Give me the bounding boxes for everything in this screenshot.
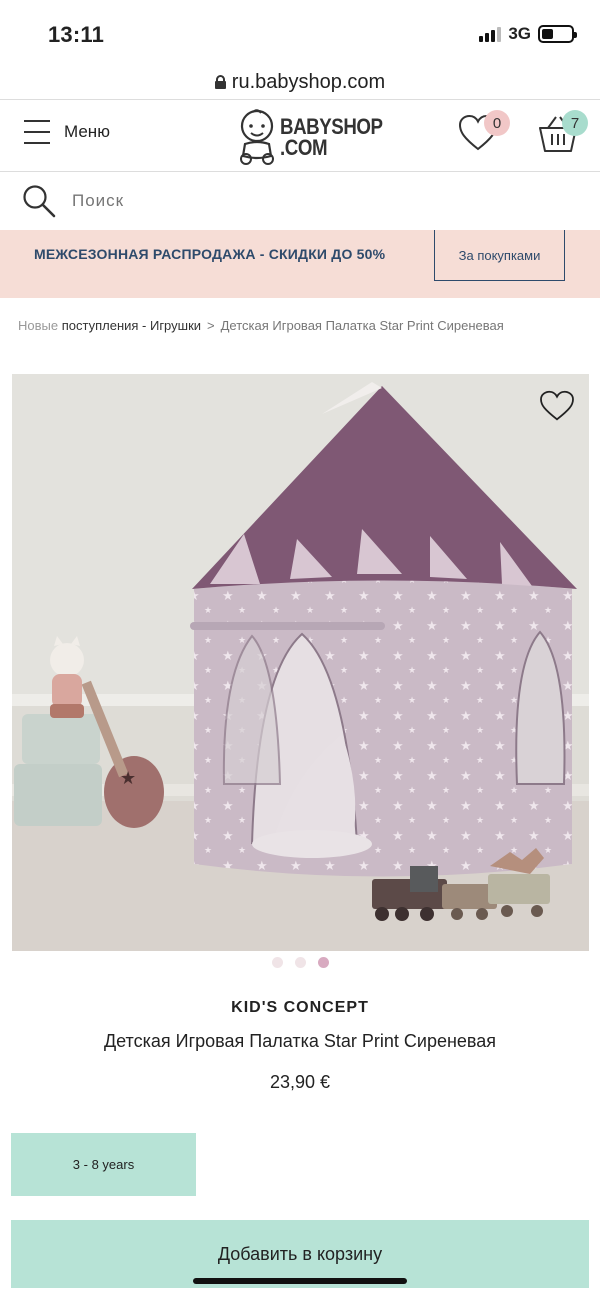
search-bar	[0, 172, 600, 230]
site-header: Меню BABYSHOP .COM 0 7	[0, 99, 600, 172]
shop-now-button[interactable]: За покупками	[434, 230, 565, 281]
battery-icon	[538, 25, 577, 43]
breadcrumb: Новые поступления - Игрушки > Детская Игро…	[18, 318, 588, 333]
cart-button[interactable]: 7	[538, 110, 588, 159]
gallery-dot-3[interactable]	[317, 957, 329, 968]
product-price: 23,90 €	[269, 1072, 331, 1092]
hamburger-icon	[24, 120, 50, 144]
home-indicator[interactable]	[193, 1278, 407, 1284]
breadcrumb-current: Детская Игровая Палатка Star Print Сирен…	[220, 318, 504, 333]
site-logo[interactable]: BABYSHOP .COM	[236, 108, 401, 166]
baby-logo-icon	[240, 109, 274, 165]
wishlist-button[interactable]: 0	[458, 110, 510, 157]
product-title: Детская Игровая Палатка Star Print Сирен…	[103, 1031, 497, 1051]
promo-text: МЕЖСЕЗОННАЯ РАСПРОДАЖА - СКИДКИ ДО 50%	[34, 246, 386, 262]
menu-label: Меню	[64, 122, 110, 141]
svg-text:★: ★	[120, 768, 136, 789]
url-bar[interactable]: ru.babyshop.com	[0, 64, 600, 100]
cart-count-badge: 7	[562, 110, 588, 136]
logo-text: BABYSHOP .COM	[280, 114, 383, 160]
signal-icon	[479, 26, 502, 42]
product-brand[interactable]: KID'S CONCEPT	[0, 999, 600, 1017]
gallery-pagination	[0, 957, 600, 968]
search-icon[interactable]	[22, 184, 56, 223]
gallery-dot-2[interactable]	[294, 957, 306, 968]
gallery-dot-1[interactable]	[271, 957, 283, 968]
status-time: 13:11	[48, 22, 105, 47]
network-type: 3G	[508, 24, 531, 43]
lock-icon	[214, 75, 226, 89]
search-input[interactable]	[72, 184, 552, 218]
menu-button[interactable]: Меню	[24, 120, 110, 144]
product-image-gallery[interactable]: ★ ★ ★	[12, 374, 589, 951]
url-text: ru.babyshop.com	[231, 70, 386, 93]
status-bar: 13:11 3G	[0, 0, 600, 64]
status-indicators: 3G	[479, 24, 577, 44]
breadcrumb-separator: >	[207, 318, 215, 333]
breadcrumb-item-category[interactable]: Новые поступления - Игрушки	[18, 318, 201, 333]
wishlist-count-badge: 0	[484, 110, 510, 136]
add-to-wishlist-icon[interactable]	[539, 390, 575, 422]
product-photo: ★ ★ ★	[12, 374, 589, 951]
promo-banner: МЕЖСЕЗОННАЯ РАСПРОДАЖА - СКИДКИ ДО 50% З…	[0, 230, 600, 298]
size-option-button[interactable]: 3 - 8 years	[11, 1133, 196, 1196]
